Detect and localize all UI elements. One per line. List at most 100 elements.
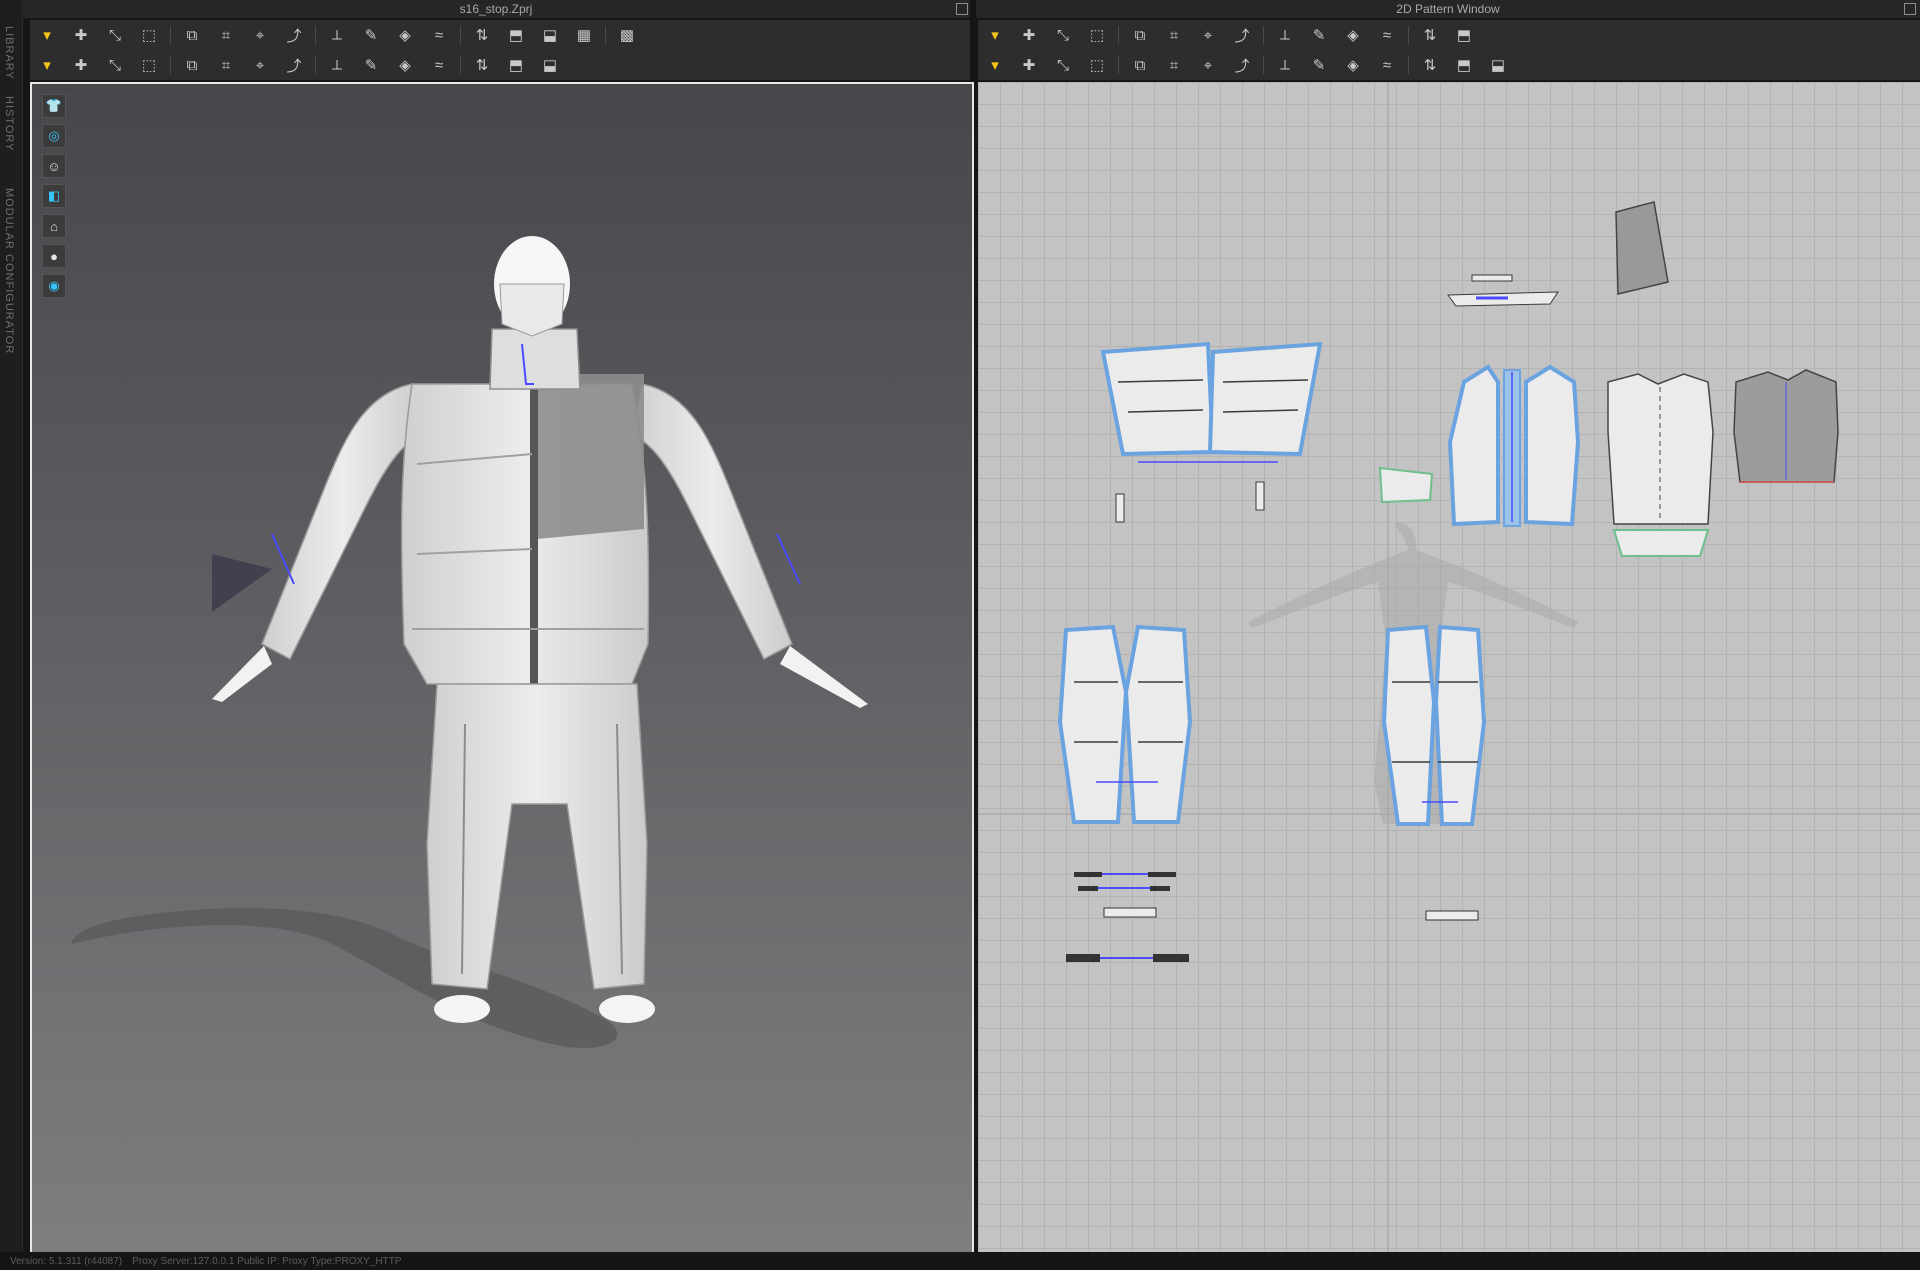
curve-measure-icon[interactable]: ⬒ — [1452, 54, 1476, 76]
free-sewing-icon[interactable]: ✚ — [1017, 54, 1041, 76]
right-sleeve — [631, 383, 793, 661]
puckering-icon[interactable]: ⌗ — [214, 54, 238, 76]
puckering-icon[interactable]: ✎ — [1307, 54, 1331, 76]
left-sleeve — [261, 383, 423, 661]
panel-2d-title: 2D Pattern Window — [976, 0, 1920, 18]
avatar-pose-icon[interactable]: ▾ — [35, 54, 59, 76]
toolbar-separator — [1263, 26, 1264, 44]
left-sidebar: LIBRARY HISTORY MODULAR CONFIGURATOR — [0, 0, 23, 1252]
tape-icon[interactable]: ⬓ — [1486, 54, 1510, 76]
button-icon[interactable]: ⤴ — [282, 54, 306, 76]
fabric-icon[interactable]: ✚ — [69, 54, 93, 76]
measure-icon[interactable]: ⟂ — [325, 24, 349, 46]
tab-history[interactable]: HISTORY — [3, 96, 15, 152]
version-label: Version: 5.1.311 (r44087) — [10, 1255, 123, 1267]
collar — [489, 328, 581, 390]
trace-icon[interactable]: ◈ — [1341, 24, 1365, 46]
stitch-icon[interactable]: ⬚ — [137, 54, 161, 76]
pattern-vest-front-selected — [1447, 364, 1581, 527]
status-bar: Version: 5.1.311 (r44087) Proxy Server:1… — [0, 1252, 1920, 1270]
toolbar-separator — [170, 56, 171, 74]
toolbar-separator — [1408, 56, 1409, 74]
measure-icon[interactable]: ≈ — [1375, 54, 1399, 76]
ellipse-icon[interactable]: ⤴ — [1230, 24, 1254, 46]
line-icon[interactable]: ✎ — [359, 54, 383, 76]
add-point-icon[interactable]: ✚ — [69, 24, 93, 46]
front-zipper — [530, 384, 538, 689]
notch-icon[interactable]: ≈ — [1375, 24, 1399, 46]
pleat-icon[interactable]: ⟂ — [1273, 54, 1297, 76]
internal-polygon-icon[interactable]: ⟂ — [1273, 24, 1297, 46]
left-foot — [434, 995, 490, 1023]
pants — [426, 683, 648, 990]
segment-sewing-icon[interactable]: ▾ — [983, 54, 1007, 76]
toolbar-separator — [605, 26, 606, 44]
select-move-icon[interactable]: ▾ — [35, 24, 59, 46]
selected-jacket-panel — [537, 374, 644, 539]
transform-icon[interactable]: ⬚ — [137, 24, 161, 46]
tape-icon[interactable]: ⌖ — [248, 54, 272, 76]
toolbar-3d-row1: ▾ ✚ ⤡ ⬚ ⧉ ⌗ ⌖ ⤴ ⟂ ✎ ◈ ≈ ⇅ ⬒ ⬓ ▦ ▩ — [30, 20, 970, 50]
tab-modular-configurator[interactable]: MODULAR CONFIGURATOR — [3, 188, 15, 354]
pattern-window-2d[interactable] — [978, 82, 1920, 1252]
toolbar-separator — [1263, 56, 1264, 74]
steam-icon[interactable]: ⤡ — [103, 54, 127, 76]
smooth-icon[interactable]: ≈ — [427, 24, 451, 46]
viewport-3d[interactable]: 👕 ◎ ☺ ◧ ⌂ ● ◉ — [30, 82, 974, 1256]
selected-sleeve-piece — [212, 554, 272, 612]
garment-icon[interactable]: ⬒ — [504, 24, 528, 46]
toolbar-2d-row1: ▾ ✚ ⤡ ⬚ ⧉ ⌗ ⌖ ⤴ ⟂ ✎ ◈ ≈ ⇅ ⬒ — [978, 20, 1920, 50]
right-foot — [599, 995, 655, 1023]
ruler-icon[interactable]: ⬒ — [504, 54, 528, 76]
line-length-icon[interactable]: ⇅ — [1418, 54, 1442, 76]
toolbar-separator — [170, 26, 171, 44]
toolbar-separator — [1118, 56, 1119, 74]
seam-allowance-icon[interactable]: ⇅ — [1418, 24, 1442, 46]
toggle-icon[interactable]: ◈ — [393, 54, 417, 76]
snap-icon[interactable]: ⟂ — [325, 54, 349, 76]
pin-icon[interactable]: ⧉ — [180, 24, 204, 46]
pattern-canvas[interactable] — [978, 82, 1920, 1252]
left-hand — [212, 646, 272, 702]
undock-3d-icon[interactable] — [956, 3, 968, 15]
undock-2d-icon[interactable] — [1904, 3, 1916, 15]
polygon-icon[interactable]: ⌗ — [1162, 24, 1186, 46]
tack-icon[interactable]: ⤴ — [1230, 54, 1254, 76]
rectangle-icon[interactable]: ⌖ — [1196, 24, 1220, 46]
add-point-icon[interactable]: ⧉ — [1128, 24, 1152, 46]
hanger-icon[interactable]: ≈ — [427, 54, 451, 76]
grid-icon[interactable]: ▦ — [572, 24, 596, 46]
tack-on-avatar-icon[interactable]: ⌖ — [248, 24, 272, 46]
measure-tape-icon[interactable]: ⇅ — [470, 54, 494, 76]
edit-curve-point-icon[interactable]: ⤡ — [1051, 24, 1075, 46]
pattern-pants-front-selected — [1057, 624, 1193, 824]
arrangement-icon[interactable]: ⇅ — [470, 24, 494, 46]
grid-icon[interactable]: ⬒ — [1452, 24, 1476, 46]
fold-arrangement-icon[interactable]: ⌖ — [1196, 54, 1220, 76]
pattern-small-strips — [1066, 872, 1479, 962]
transform-pattern-icon[interactable]: ▾ — [983, 24, 1007, 46]
edit-curve-icon[interactable]: ⤡ — [103, 24, 127, 46]
tab-library[interactable]: LIBRARY — [3, 26, 15, 80]
shape-icon[interactable]: ◈ — [393, 24, 417, 46]
toolbar-separator — [460, 26, 461, 44]
dart-icon[interactable]: ✎ — [1307, 24, 1331, 46]
zipper-icon[interactable]: ◈ — [1341, 54, 1365, 76]
avatar-icon[interactable]: ⬓ — [538, 24, 562, 46]
toolbar-separator — [315, 56, 316, 74]
edit-pattern-icon[interactable]: ✚ — [1017, 24, 1041, 46]
iron-icon[interactable]: ⌗ — [1162, 54, 1186, 76]
center-icon[interactable]: ⬓ — [538, 54, 562, 76]
pattern-sleeve-cap — [1615, 201, 1669, 295]
curvature-icon[interactable]: ⬚ — [1085, 24, 1109, 46]
tack-icon[interactable]: ⌗ — [214, 24, 238, 46]
toolbar-separator — [460, 56, 461, 74]
fold-icon[interactable]: ⤴ — [282, 24, 306, 46]
multi-sewing-icon[interactable]: ⤡ — [1051, 54, 1075, 76]
brush-icon[interactable]: ✎ — [359, 24, 383, 46]
edit-sewing-icon[interactable]: ⧉ — [1128, 54, 1152, 76]
toolbar-separator — [315, 26, 316, 44]
wide-grid-icon[interactable]: ▩ — [615, 24, 639, 46]
check-sewing-icon[interactable]: ⬚ — [1085, 54, 1109, 76]
zip-icon[interactable]: ⧉ — [180, 54, 204, 76]
